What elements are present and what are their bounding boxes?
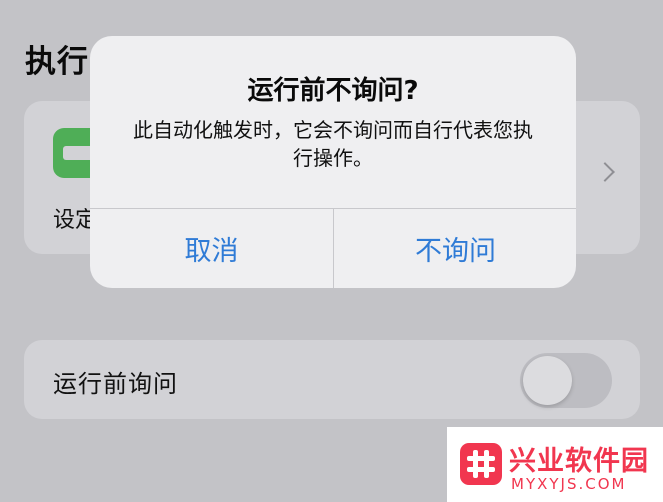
alert-title: 运行前不询问? [247, 76, 419, 106]
chevron-right-icon [595, 162, 615, 182]
watermark-name: 兴业软件园 [509, 446, 649, 477]
confirm-alert-dialog: 运行前不询问? 此自动化触发时，它会不询问而自行代表您执行操作。 取消 不询问 [90, 36, 576, 288]
ask-before-running-row: 运行前询问 [24, 340, 640, 419]
alert-message: 此自动化触发时，它会不询问而自行代表您执行操作。 [133, 118, 533, 170]
watermark: 兴业软件园 MYXYJS.COM [447, 427, 663, 502]
ask-before-running-toggle[interactable] [520, 353, 612, 408]
toggle-knob [523, 356, 572, 405]
ask-before-running-label: 运行前询问 [53, 370, 178, 398]
section-title: 执行 [25, 44, 89, 80]
watermark-url: MYXYJS.COM [511, 475, 627, 493]
dont-ask-button[interactable]: 不询问 [334, 209, 576, 288]
cancel-button[interactable]: 取消 [90, 209, 333, 288]
hash-logo-icon [460, 443, 502, 485]
